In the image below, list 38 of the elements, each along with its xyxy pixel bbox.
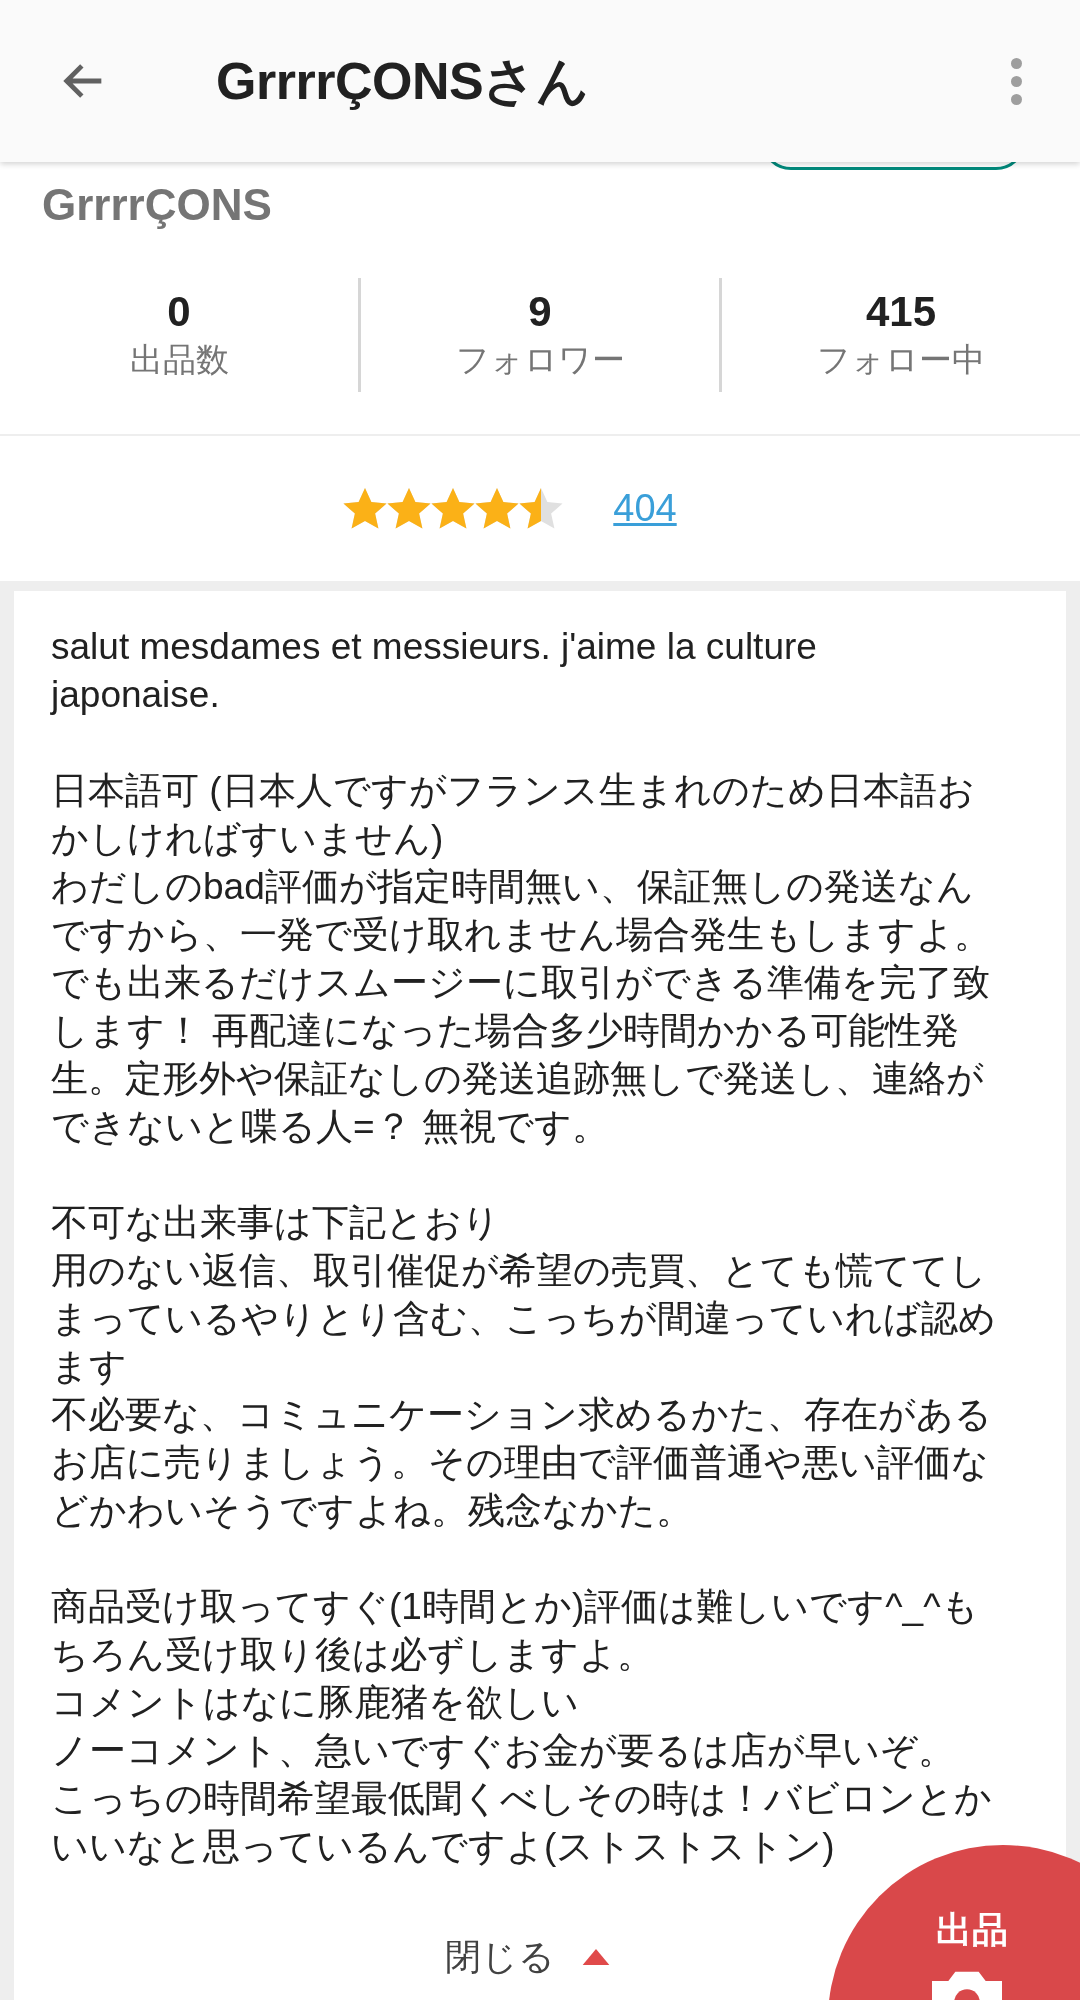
close-button[interactable]: 閉じる <box>445 1930 611 1984</box>
description-line: ノーコメント、急いですぐお金が要るは店が早いぞ。 <box>51 1729 956 1773</box>
description-line: salut mesdames et messieurs. j'aime la culture <box>51 625 818 669</box>
stat-value: 415 <box>865 287 937 337</box>
username: GrrrrÇONS <box>42 180 272 229</box>
description-line: 日本語可 (日本人ですがフランス生まれのため日本語お <box>51 769 976 813</box>
description-line: 商品受け取ってすぐ(1時間とか)評価は難しいです^_^も <box>51 1585 980 1629</box>
description-line: ます <box>51 1345 128 1389</box>
description-line: わだしのbad評価が指定時間無い、保証無しの発送なん <box>51 865 975 909</box>
star-icon <box>387 487 432 530</box>
window-title: GrrrrÇONSさん <box>216 51 589 112</box>
description-line: japonaise. <box>51 673 221 717</box>
star-icon <box>519 487 564 530</box>
description-line: お店に売りましょう。その理由で評価普通や悪い評価な <box>51 1441 990 1485</box>
description-line: 用のない返信、取引催促が希望の売買、とても慌ててし <box>51 1249 988 1293</box>
review-count-link[interactable]: 404 <box>613 480 677 537</box>
caret-up-icon <box>581 1949 611 1965</box>
description-line: 生。定形外や保証なしの発送追跡無しで発送し、連絡が <box>51 1057 985 1101</box>
star-icon <box>343 487 388 530</box>
description-line: コメントはなに豚鹿猪を欲しい <box>51 1681 580 1725</box>
description-line: こっちの時間希望最低聞くべしその時は！バビロンとか <box>51 1777 993 1821</box>
description-line: 不可な出来事は下記とおり <box>51 1201 501 1245</box>
description-line: まっているやりとり含む、こっちが間違っていれば認め <box>51 1297 997 1341</box>
star-icon <box>475 487 520 530</box>
description-line: 不必要な、コミュニケーション求めるかた、存在がある <box>51 1393 993 1437</box>
description-line: ですから、一発で受け取れません場合発生もしますよ。 <box>51 913 992 957</box>
description-line: かしければすいません) <box>51 817 445 861</box>
stat-value: 9 <box>528 287 552 337</box>
stat-label: 出品数 <box>129 340 229 380</box>
star-icon <box>431 487 476 530</box>
description-line: どかわいそうですよね。残念なかた。 <box>51 1489 694 1533</box>
description-line: ちろん受け取り後は必ずしますよ。 <box>51 1633 655 1677</box>
stat-label: フォロー中 <box>817 340 985 380</box>
description-line: でも出来るだけスムージーに取引ができる準備を完了致 <box>51 961 991 1005</box>
stat-value: 0 <box>167 287 191 337</box>
stat-label: フォロワー <box>455 340 625 380</box>
description-line: します！ 再配達になった場合多少時間かかる可能性発 <box>51 1009 961 1053</box>
description-line: できないと喋る人=？ 無視です。 <box>51 1105 610 1149</box>
